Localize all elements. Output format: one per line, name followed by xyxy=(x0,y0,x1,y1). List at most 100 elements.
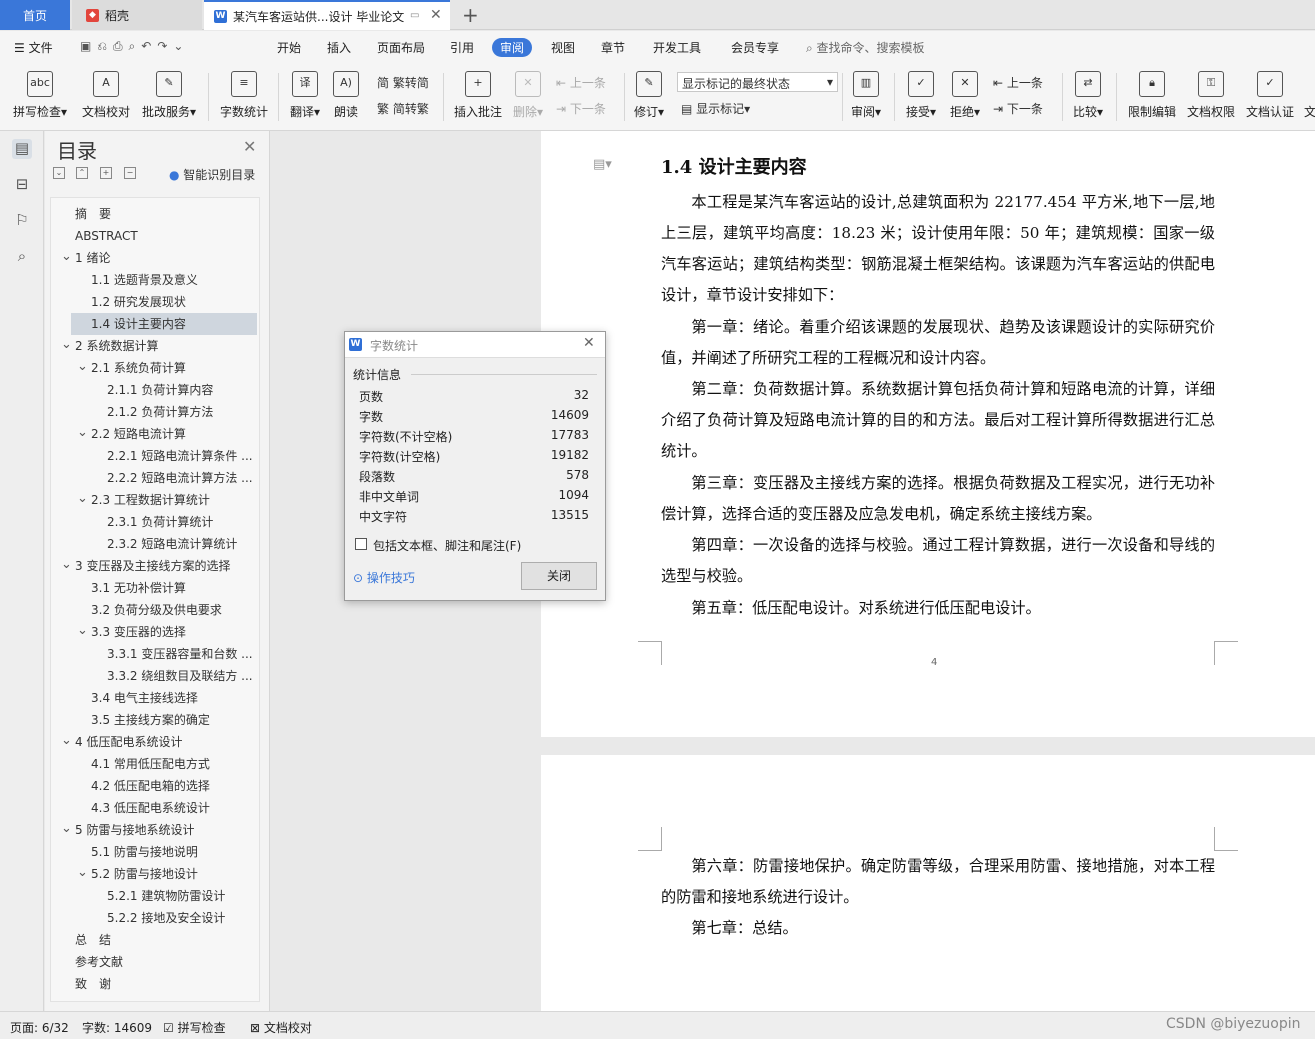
chevron-down-icon[interactable]: ⌄ xyxy=(77,865,88,880)
add-heading-icon[interactable]: + xyxy=(100,167,112,179)
reject-button[interactable]: ✕ 拒绝▾ xyxy=(946,71,984,120)
close-icon[interactable]: ✕ xyxy=(243,137,256,156)
document-page[interactable]: ▤▾ 1.4 设计主要内容 本工程是某汽车客运站的设计,总建筑面积为 22177… xyxy=(541,131,1315,737)
menu-page-layout[interactable]: 页面布局 xyxy=(377,39,425,56)
menu-insert[interactable]: 插入 xyxy=(327,39,351,56)
status-doc-proof[interactable]: ⊠ 文档校对 xyxy=(250,1019,312,1036)
toc-item[interactable]: 2.2.1 短路电流计算条件 ... xyxy=(51,445,257,467)
toc-item[interactable]: 1.2 研究发展现状 xyxy=(51,291,257,313)
toc-item[interactable]: 总 结 xyxy=(51,929,257,951)
page-indicator[interactable]: 页面: 6/32 xyxy=(10,1019,69,1036)
chevron-down-icon[interactable]: ⌄ xyxy=(77,623,88,638)
chevron-down-icon[interactable]: ⌄ xyxy=(77,491,88,506)
tab-document[interactable]: W 某汽车客运站供...设计 毕业论文 ▭ ✕ xyxy=(204,0,450,30)
trad-to-simp-button[interactable]: 简 繁转简 xyxy=(377,74,429,91)
word-count-button[interactable]: ≡ 字数统计 xyxy=(218,71,270,120)
track-changes-button[interactable]: ✎ 修订▾ xyxy=(632,71,666,120)
toc-item[interactable]: 3.5 主接线方案的确定 xyxy=(51,709,257,731)
toc-item[interactable]: 3.1 无功补偿计算 xyxy=(51,577,257,599)
find-icon[interactable]: ⌕ xyxy=(12,247,32,267)
document-page[interactable]: 第六章：防雷接地保护。确定防雷等级，合理采用防雷、接地措施，对本工程的防雷和接地… xyxy=(541,755,1315,1011)
toc-item[interactable]: 3.3.1 变压器容量和台数 ... xyxy=(51,643,257,665)
toc-item[interactable]: 1.1 选题背景及意义 xyxy=(51,269,257,291)
remove-heading-icon[interactable]: − xyxy=(124,167,136,179)
doc-certify-button[interactable]: ✓ 文档认证 xyxy=(1244,71,1296,120)
toc-item[interactable]: 3.3.2 绕组数目及联结方 ... xyxy=(51,665,257,687)
chevron-down-icon[interactable]: ⌄ xyxy=(61,821,72,836)
chapter-view-icon[interactable]: ⊟ xyxy=(12,175,32,195)
show-markup-button[interactable]: ▤ 显示标记▾ xyxy=(681,100,750,117)
menu-review[interactable]: 审阅 xyxy=(492,38,533,57)
more-ribbon-button[interactable]: .文 xyxy=(1304,71,1315,120)
quick-access-toolbar[interactable]: ▣⎌⎙⌕↶↷⌄ xyxy=(80,39,189,54)
toc-item[interactable]: 参考文献 xyxy=(51,951,257,973)
toc-item[interactable]: 5.1 防雷与接地说明 xyxy=(51,841,257,863)
compare-button[interactable]: ⇄ 比较▾ xyxy=(1070,71,1106,120)
toc-item[interactable]: 2.3.2 短路电流计算统计 xyxy=(51,533,257,555)
toc-item[interactable]: 2.1.2 负荷计算方法 xyxy=(51,401,257,423)
toc-item[interactable]: 3.2 负荷分级及供电要求 xyxy=(51,599,257,621)
menu-start[interactable]: 开始 xyxy=(277,39,301,56)
toc-item[interactable]: 摘 要 xyxy=(51,203,257,225)
accept-button[interactable]: ✓ 接受▾ xyxy=(902,71,940,120)
toc-item[interactable]: 4.3 低压配电系统设计 xyxy=(51,797,257,819)
chevron-down-icon[interactable]: ⌄ xyxy=(61,733,72,748)
tab-close-icon[interactable]: ✕ xyxy=(430,7,442,23)
toc-item[interactable]: 4 低压配电系统设计 xyxy=(51,731,257,753)
menu-chapter[interactable]: 章节 xyxy=(601,39,625,56)
toc-item[interactable]: 1.4 设计主要内容 xyxy=(71,313,257,335)
prev-change-button[interactable]: ⇤ 上一条 xyxy=(993,74,1043,91)
menu-references[interactable]: 引用 xyxy=(450,39,474,56)
collapse-all-icon[interactable]: ⌄ xyxy=(53,167,65,179)
expand-up-icon[interactable]: ⌃ xyxy=(76,167,88,179)
chevron-down-icon[interactable]: ⌄ xyxy=(61,337,72,352)
spell-check-button[interactable]: abc 拼写检查▾ xyxy=(12,71,68,120)
simp-to-trad-button[interactable]: 繁 简转繁 xyxy=(377,100,429,117)
smart-toc-button[interactable]: ● 智能识别目录 xyxy=(169,166,255,183)
menu-developer[interactable]: 开发工具 xyxy=(653,39,701,56)
toc-view-icon[interactable]: ▤ xyxy=(12,139,32,159)
toc-item[interactable]: 2.2.2 短路电流计算方法 ... xyxy=(51,467,257,489)
translate-button[interactable]: 译翻译▾ xyxy=(286,71,324,120)
markup-state-select[interactable]: 显示标记的最终状态 ▾ xyxy=(677,72,838,92)
prev-comment-button[interactable]: ⇤ 上一条 xyxy=(556,74,606,91)
restrict-edit-button[interactable]: 🔒︎ 限制编辑 xyxy=(1126,71,1178,120)
close-icon[interactable]: ✕ xyxy=(583,335,595,351)
chevron-down-icon[interactable]: ⌄ xyxy=(77,359,88,374)
toc-item[interactable]: 2.1.1 负荷计算内容 xyxy=(51,379,257,401)
toc-item[interactable]: 3 变压器及主接线方案的选择 xyxy=(51,555,257,577)
include-textbox-checkbox[interactable] xyxy=(355,538,367,550)
paragraph-options-icon[interactable]: ▤▾ xyxy=(593,157,612,172)
chevron-down-icon[interactable]: ⌄ xyxy=(77,425,88,440)
toc-item[interactable]: 4.1 常用低压配电方式 xyxy=(51,753,257,775)
tab-daoke[interactable]: ◆ 稻壳 xyxy=(72,0,202,30)
insert-comment-button[interactable]: + 插入批注 xyxy=(452,71,504,120)
tips-link[interactable]: ⊙ 操作技巧 xyxy=(353,569,415,586)
toc-item[interactable]: 3.4 电气主接线选择 xyxy=(51,687,257,709)
toc-item[interactable]: 5 防雷与接地系统设计 xyxy=(51,819,257,841)
new-tab-button[interactable]: + xyxy=(462,0,479,30)
bookmark-icon[interactable]: ⚐ xyxy=(12,211,32,231)
close-button[interactable]: 关闭 xyxy=(521,562,597,590)
toc-item[interactable]: 致 谢 xyxy=(51,973,257,995)
toc-item[interactable]: 5.2.2 接地及安全设计 xyxy=(51,907,257,929)
command-search[interactable]: ⌕ 查找命令、搜索模板 xyxy=(806,39,925,56)
toc-item[interactable]: 2 系统数据计算 xyxy=(51,335,257,357)
file-menu[interactable]: ☰ 文件 xyxy=(14,39,53,56)
menu-member[interactable]: 会员专享 xyxy=(731,39,779,56)
word-count-indicator[interactable]: 字数: 14609 xyxy=(82,1019,152,1036)
toc-item[interactable]: 1 绪论 xyxy=(51,247,257,269)
toc-item[interactable]: 2.3.1 负荷计算统计 xyxy=(51,511,257,533)
doc-proof-button[interactable]: A 文档校对 xyxy=(80,71,132,120)
toc-item[interactable]: ABSTRACT xyxy=(51,225,257,247)
toc-item[interactable]: 5.2.1 建筑物防雷设计 xyxy=(51,885,257,907)
read-aloud-button[interactable]: A) 朗读 xyxy=(330,71,362,120)
tab-home[interactable]: 首页 xyxy=(0,0,70,30)
chevron-down-icon[interactable]: ⌄ xyxy=(61,249,72,264)
doc-permission-button[interactable]: ⚿ 文档权限 xyxy=(1185,71,1237,120)
delete-comment-button[interactable]: ✕ 删除▾ xyxy=(510,71,546,120)
next-change-button[interactable]: ⇥ 下一条 xyxy=(993,100,1043,117)
window-restore-icon[interactable]: ▭ xyxy=(410,10,419,21)
status-spell-check[interactable]: ☑ 拼写检查 xyxy=(163,1019,226,1036)
annotate-service-button[interactable]: ✎ 批改服务▾ xyxy=(140,71,198,120)
